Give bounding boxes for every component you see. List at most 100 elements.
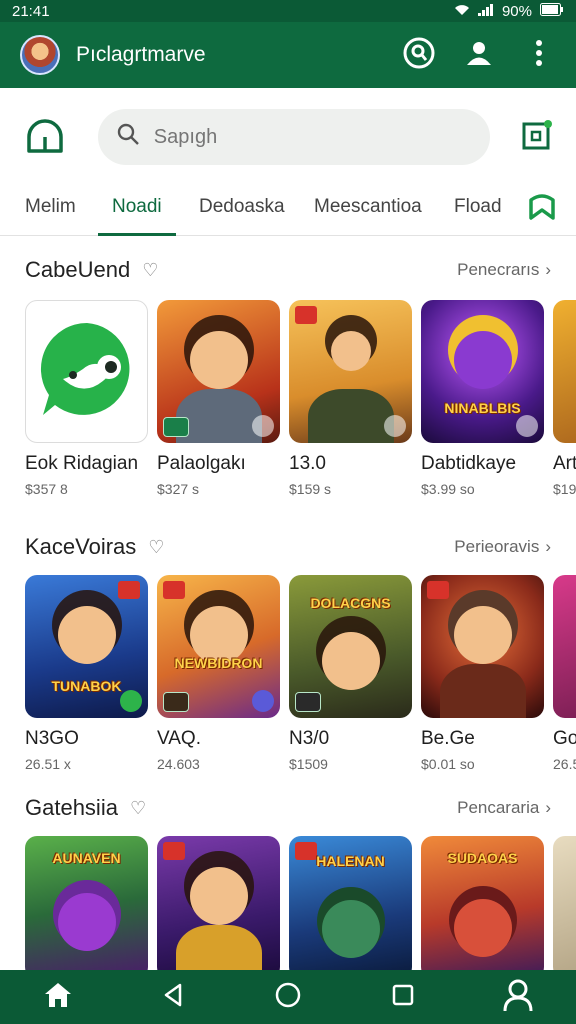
system-home-button[interactable]	[268, 977, 308, 1017]
tab-meescantioa[interactable]: Meescantioa	[314, 184, 422, 236]
app-price: 26.5	[553, 756, 576, 772]
circle-home-icon	[274, 981, 302, 1014]
app-price: $0.01 so	[421, 756, 475, 772]
app-card[interactable]: NEWBIDRON VAQ. 24.603	[157, 575, 280, 772]
app-title: VAQ.	[157, 728, 201, 749]
search-row	[0, 100, 576, 174]
app-thumbnail	[553, 300, 576, 443]
tab-label: Melim	[25, 196, 76, 217]
app-title: N3GO	[25, 728, 79, 749]
character-art	[57, 606, 116, 665]
app-title: N3/0	[289, 728, 330, 749]
see-more-link[interactable]: Penecrarıs ›	[457, 260, 551, 280]
app-price: 26.51 x	[25, 756, 71, 772]
app-card[interactable]	[157, 836, 280, 979]
see-more-link[interactable]: Pencararia ›	[457, 798, 551, 818]
app-thumbnail: TUNABOK	[25, 575, 148, 718]
character-art	[330, 331, 371, 372]
app-thumbnail	[157, 836, 280, 979]
character-art	[453, 606, 512, 665]
tab-fload[interactable]: Fload	[454, 184, 502, 236]
account-search-button[interactable]	[402, 36, 436, 75]
app-card[interactable]: Go 26.5	[553, 575, 576, 772]
rating-tag	[163, 842, 185, 860]
app-card[interactable]: 13.0 $159 s	[289, 300, 412, 497]
more-vert-icon	[535, 39, 543, 71]
app-bar: Pıclagrtmarve	[0, 22, 576, 88]
tab-dedoaska[interactable]: Dedoaska	[199, 184, 285, 236]
age-badge	[252, 415, 274, 437]
app-card[interactable]: NINABLBIS Dabtidkaye $3.99 so	[421, 300, 544, 497]
heart-icon[interactable]: ♡	[142, 260, 158, 281]
search-input[interactable]	[153, 125, 454, 149]
bookmark-tab-button[interactable]	[528, 194, 556, 225]
search-icon	[116, 122, 140, 152]
tab-label: Fload	[454, 196, 502, 217]
app-thumbnail: SUDAOAS	[421, 836, 544, 979]
profile-icon	[501, 978, 535, 1017]
section-title: CabeUend	[25, 257, 131, 282]
app-thumbnail: AUNAVEN	[25, 836, 148, 979]
character-body	[307, 388, 394, 443]
app-thumbnail	[421, 575, 544, 718]
home-icon	[43, 981, 73, 1014]
home-button[interactable]	[38, 977, 78, 1017]
app-price: $159 s	[289, 481, 332, 497]
back-button[interactable]	[153, 977, 193, 1017]
age-badge	[384, 415, 406, 437]
tab-melim[interactable]: Melim	[25, 184, 76, 236]
app-title: Pıclagrtmarve	[76, 43, 206, 66]
chevron-right-icon: ›	[545, 798, 551, 817]
game-logo: AUNAVEN	[52, 850, 121, 867]
square-icon	[391, 983, 415, 1012]
section-title: KaceVoiras	[25, 534, 137, 559]
qr-button[interactable]	[520, 119, 554, 154]
character-art	[453, 331, 512, 390]
profile-button[interactable]	[462, 38, 496, 72]
game-logo: HALENAN	[316, 853, 385, 870]
account-search-icon	[402, 36, 436, 75]
character-body	[439, 663, 526, 718]
app-card[interactable]: DOLACGNS N3/0 $1509	[289, 575, 412, 772]
game-logo: DOLACGNS	[310, 595, 391, 612]
cloud-button[interactable]	[22, 114, 68, 160]
heart-icon[interactable]: ♡	[130, 798, 146, 819]
app-title: Eok Ridagian	[25, 453, 139, 474]
bookmark-icon	[528, 194, 556, 224]
app-thumbnail	[553, 836, 576, 979]
app-price: $19	[553, 481, 576, 497]
app-card[interactable]: AUNAVEN	[25, 836, 148, 979]
age-badge	[252, 690, 274, 712]
app-card[interactable]	[553, 836, 576, 979]
bottom-navigation	[0, 970, 576, 1024]
section-header: Gatehsiia ♡ Pencararia ›	[0, 790, 576, 826]
app-card[interactable]: TUNABOK N3GO 26.51 x	[25, 575, 148, 772]
avatar[interactable]	[20, 35, 60, 75]
tab-label: Noadi	[112, 196, 162, 217]
profile-nav-button[interactable]	[498, 977, 538, 1017]
cloud-icon	[23, 115, 67, 160]
see-more-link[interactable]: Perieoravis ›	[454, 537, 551, 557]
app-card[interactable]: Palaolgakı $327 s	[157, 300, 280, 497]
app-card[interactable]: Be.Ge $0.01 so	[421, 575, 544, 772]
app-card[interactable]: HALENAN	[289, 836, 412, 979]
app-title: Be.Ge	[421, 728, 475, 749]
rating-badge	[163, 417, 189, 437]
character-art	[189, 867, 248, 926]
more-options-button[interactable]	[522, 38, 556, 72]
app-card[interactable]: SUDAOAS	[421, 836, 544, 979]
app-title: Palaolgakı	[157, 453, 246, 474]
person-icon	[464, 38, 494, 73]
heart-icon[interactable]: ♡	[148, 537, 164, 558]
section-header: CabeUend ♡ Penecrarıs ›	[0, 252, 576, 288]
game-logo: NINABLBIS	[444, 400, 521, 417]
rating-badge	[163, 692, 189, 712]
tab-noadi[interactable]: Noadi	[98, 184, 176, 236]
app-thumbnail: NEWBIDRON	[157, 575, 280, 718]
app-card[interactable]: Eok Ridagian $357 8	[25, 300, 148, 497]
app-card[interactable]: Art $19	[553, 300, 576, 497]
app-title: Go	[553, 728, 576, 749]
search-bar[interactable]	[97, 109, 491, 165]
recents-button[interactable]	[383, 977, 423, 1017]
see-more-label: Perieoravis	[454, 537, 540, 556]
